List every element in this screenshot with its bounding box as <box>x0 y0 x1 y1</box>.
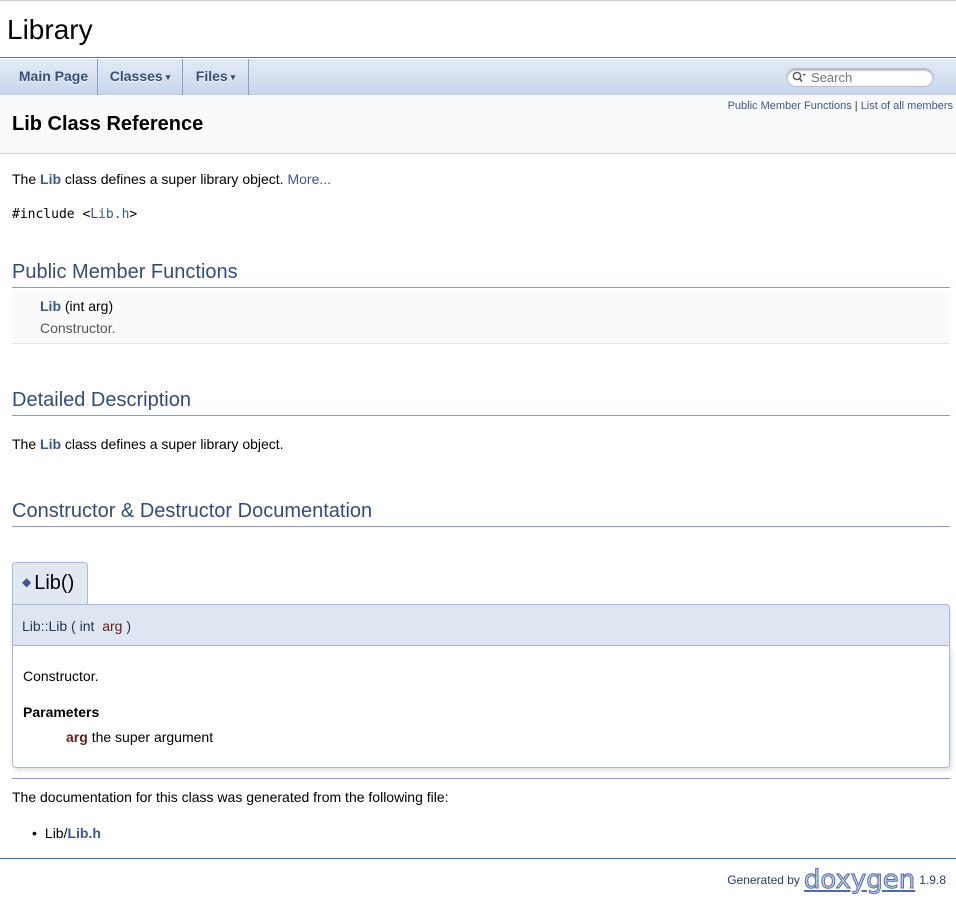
nav-files[interactable]: Files ▾ <box>183 59 249 95</box>
proto-param-name: arg <box>102 618 123 634</box>
search-input[interactable] <box>811 70 929 85</box>
summary-separator: | <box>854 100 858 112</box>
param-description: the super argument <box>91 729 214 745</box>
params-heading: Parameters <box>23 704 100 720</box>
project-name: Library <box>7 14 93 45</box>
search-box[interactable] <box>786 68 934 87</box>
member-link-lib[interactable]: Lib <box>40 298 61 314</box>
diamond-icon[interactable]: ◆ <box>22 575 31 589</box>
divider <box>12 778 950 779</box>
class-link-lib[interactable]: Lib <box>40 436 61 452</box>
member-documentation: Constructor. Parameters arg the super ar… <box>12 646 950 768</box>
nav-main-page[interactable]: Main Page <box>0 59 98 95</box>
member-title-tab: ◆ Lib() <box>12 562 88 605</box>
param-name: arg <box>66 729 88 745</box>
generated-by-label: Generated by <box>727 873 800 887</box>
nav-main-page-label: Main Page <box>18 68 89 84</box>
link-all-members[interactable]: List of all members <box>861 100 953 112</box>
link-public-member-functions[interactable]: Public Member Functions <box>728 100 852 112</box>
include-file-link[interactable]: Lib.h <box>90 207 129 222</box>
title-area: Library <box>0 0 956 58</box>
doxygen-version: 1.9.8 <box>919 873 946 887</box>
footer-divider <box>0 858 956 859</box>
page-title: Lib Class Reference <box>12 113 204 135</box>
generated-from-text: The documentation for this class was gen… <box>12 789 449 805</box>
member-prototype: Lib::Lib ( int arg ) <box>12 604 950 646</box>
include-directive: #include < <box>12 207 91 222</box>
main-nav: Main Page Classes ▾ Files ▾ <box>0 59 956 95</box>
param-row: arg the super argument <box>66 729 213 745</box>
chevron-down-icon: ▾ <box>165 72 171 82</box>
doxygen-logo[interactable]: doxygen <box>803 866 915 895</box>
section-public-member-functions: Public Member Functions <box>12 261 950 288</box>
file-dir: Lib/ <box>44 825 68 841</box>
footer: Generated by doxygen 1.9.8 <box>727 866 946 895</box>
section-detailed-description: Detailed Description <box>12 389 950 416</box>
header-summary: Public Member Functions | List of all me… <box>728 100 953 112</box>
section-constructor-destructor: Constructor & Destructor Documentation <box>12 500 950 527</box>
file-list-item: • Lib/Lib.h <box>32 825 101 841</box>
member-item: Lib (int arg) <box>40 298 113 314</box>
bullet-icon: • <box>32 825 37 841</box>
magnifier-icon <box>792 71 806 83</box>
nav-files-label: Files <box>195 68 228 84</box>
brief-text: class defines a super library object. <box>64 171 284 187</box>
page-header: Public Member Functions | List of all me… <box>0 96 956 154</box>
member-title: Lib() <box>34 572 75 594</box>
brief-prefix: The <box>12 171 37 187</box>
more-link[interactable]: More... <box>287 171 331 187</box>
proto-close-paren: ) <box>126 618 131 634</box>
member-brief: Constructor. <box>40 320 116 336</box>
member-description: Constructor. <box>23 668 99 684</box>
detailed-body: class defines a super library object. <box>64 436 284 452</box>
nav-classes-label: Classes <box>109 68 163 84</box>
member-args: (int arg) <box>64 298 114 314</box>
proto-open-paren: ( <box>71 618 76 634</box>
member-list: Lib (int arg) Constructor. <box>12 292 950 344</box>
chevron-down-icon: ▾ <box>230 72 236 82</box>
detailed-prefix: The <box>12 436 37 452</box>
search-icon[interactable] <box>792 71 807 86</box>
class-link-lib[interactable]: Lib <box>40 171 61 187</box>
proto-name: Lib::Lib <box>22 618 68 634</box>
detailed-text: The Lib class defines a super library ob… <box>12 436 284 452</box>
file-link-lib-h[interactable]: Lib.h <box>67 825 100 841</box>
proto-param-type: int <box>79 618 95 634</box>
include-close: > <box>129 207 138 222</box>
include-line: #include <Lib.h> <box>12 207 137 222</box>
brief-description: The Lib class defines a super library ob… <box>12 171 331 187</box>
nav-classes[interactable]: Classes ▾ <box>98 59 183 95</box>
